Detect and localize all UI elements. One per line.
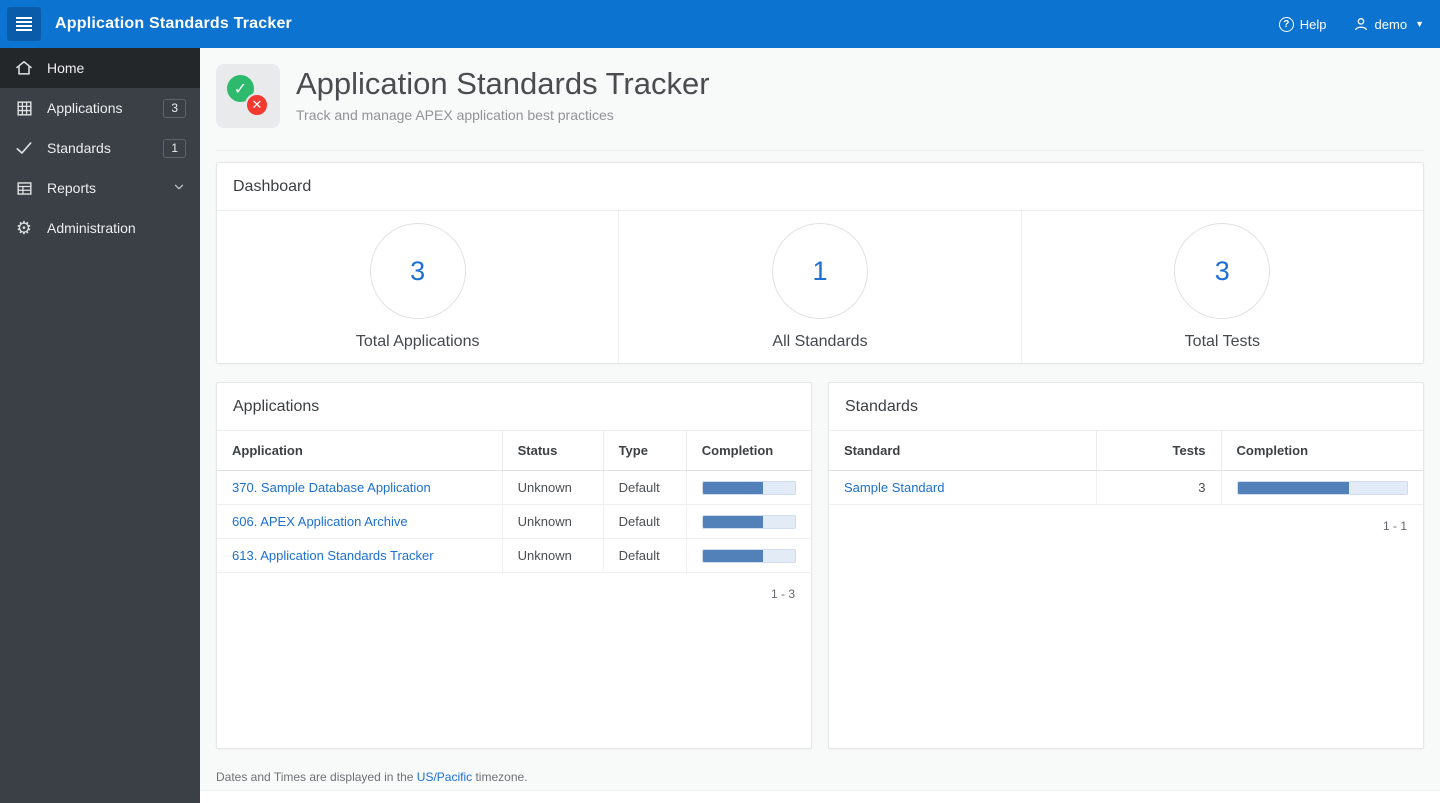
sidebar-item-standards[interactable]: Standards 1 bbox=[0, 128, 200, 168]
grid-icon bbox=[14, 98, 34, 118]
column-header-tests: Tests bbox=[1096, 431, 1222, 471]
applications-region: Applications Application Status Type Com… bbox=[216, 382, 812, 749]
standards-region-header: Standards bbox=[829, 383, 1423, 431]
table-row: 606. APEX Application Archive Unknown De… bbox=[217, 504, 811, 539]
badge-total-applications[interactable]: 3 Total Applications bbox=[217, 211, 620, 363]
dashboard-region: Dashboard 3 Total Applications 1 All Sta… bbox=[216, 162, 1424, 364]
person-icon bbox=[1354, 18, 1367, 31]
sidebar-item-label: Home bbox=[47, 60, 85, 76]
completion-progress-bar bbox=[1236, 480, 1408, 495]
application-link[interactable]: 606. APEX Application Archive bbox=[232, 514, 408, 529]
standards-pagination: 1 - 1 bbox=[1382, 519, 1407, 533]
user-menu[interactable]: demo ▼ bbox=[1353, 16, 1424, 32]
badge-total-tests[interactable]: 3 Total Tests bbox=[1022, 211, 1423, 363]
applications-count-badge: 3 bbox=[163, 98, 186, 118]
app-logo-icon: ✓ ✕ bbox=[216, 64, 280, 128]
table-row: 370. Sample Database Application Unknown… bbox=[217, 470, 811, 505]
column-header-status: Status bbox=[502, 431, 604, 471]
dashboard-region-title: Dashboard bbox=[233, 177, 312, 195]
sidebar-item-administration[interactable]: ⚙ Administration bbox=[0, 208, 200, 248]
main-content: ✓ ✕ Application Standards Tracker Track … bbox=[200, 48, 1440, 803]
badge-label: Total Tests bbox=[1184, 333, 1260, 350]
timezone-text: Dates and Times are displayed in the bbox=[216, 770, 417, 784]
type-cell: Default bbox=[603, 470, 687, 505]
table-header-row: Application Status Type Completion bbox=[217, 431, 811, 471]
top-bar: Application Standards Tracker ? Help dem… bbox=[0, 0, 1440, 48]
type-cell: Default bbox=[603, 538, 687, 573]
sidebar-item-home[interactable]: Home bbox=[0, 48, 200, 88]
standard-link[interactable]: Sample Standard bbox=[844, 480, 944, 495]
timezone-text: timezone. bbox=[472, 770, 528, 784]
application-link[interactable]: 370. Sample Database Application bbox=[232, 480, 431, 495]
page-header: ✓ ✕ Application Standards Tracker Track … bbox=[216, 48, 1424, 128]
sidebar-item-applications[interactable]: Applications 3 bbox=[0, 88, 200, 128]
status-cell: Unknown bbox=[502, 470, 604, 505]
applications-region-header: Applications bbox=[217, 383, 811, 431]
page-header-divider bbox=[216, 150, 1424, 151]
timezone-footer: Dates and Times are displayed in the US/… bbox=[216, 749, 1424, 784]
x-circle-icon: ✕ bbox=[245, 93, 269, 117]
sidebar-item-label: Standards bbox=[47, 140, 111, 156]
sidebar-item-label: Reports bbox=[47, 180, 97, 196]
sidebar-item-label: Applications bbox=[47, 100, 123, 116]
sidebar-item-label: Administration bbox=[47, 220, 136, 236]
table-header-row: Standard Tests Completion bbox=[829, 431, 1423, 471]
standards-region: Standards Standard Tests Completion Samp… bbox=[828, 382, 1424, 749]
badge-label: All Standards bbox=[772, 333, 868, 350]
check-icon bbox=[14, 138, 34, 158]
badge-all-standards[interactable]: 1 All Standards bbox=[619, 211, 1022, 363]
dashboard-region-header: Dashboard bbox=[217, 163, 1423, 211]
standards-table: Standard Tests Completion Sample Standar… bbox=[829, 431, 1423, 505]
applications-table: Application Status Type Completion 370. … bbox=[217, 431, 811, 573]
column-header-standard: Standard bbox=[829, 431, 1097, 471]
gear-icon: ⚙ bbox=[15, 218, 33, 238]
completion-progress-bar bbox=[701, 514, 796, 529]
badge-label: Total Applications bbox=[355, 333, 480, 350]
help-label: Help bbox=[1299, 16, 1327, 32]
completion-progress-bar bbox=[701, 480, 796, 495]
hamburger-menu-button[interactable] bbox=[7, 7, 41, 41]
badge-value: 3 bbox=[1214, 255, 1230, 286]
user-label: demo bbox=[1374, 16, 1408, 32]
badge-circle: 3 bbox=[369, 223, 466, 319]
table-icon bbox=[14, 178, 34, 198]
completion-progress-bar bbox=[701, 548, 796, 563]
sidebar: Home Applications 3 Standards 1 Reports bbox=[0, 48, 200, 803]
badge-circle: 1 bbox=[771, 223, 868, 319]
page-title: Application Standards Tracker bbox=[296, 66, 710, 101]
column-header-type: Type bbox=[603, 431, 687, 471]
sidebar-item-reports[interactable]: Reports bbox=[0, 168, 200, 208]
status-cell: Unknown bbox=[502, 504, 604, 539]
standards-count-badge: 1 bbox=[163, 138, 186, 158]
applications-region-title: Applications bbox=[233, 397, 320, 415]
column-header-completion: Completion bbox=[686, 431, 811, 471]
column-header-completion: Completion bbox=[1221, 431, 1423, 471]
table-row: Sample Standard 3 bbox=[829, 470, 1423, 505]
standards-region-title: Standards bbox=[845, 397, 918, 415]
chevron-down-icon: ▼ bbox=[1415, 19, 1424, 29]
app-title: Application Standards Tracker bbox=[55, 15, 292, 32]
tests-cell: 3 bbox=[1096, 470, 1222, 505]
page-subtitle: Track and manage APEX application best p… bbox=[296, 106, 614, 123]
badge-list: 3 Total Applications 1 All Standards 3 T… bbox=[217, 211, 1423, 363]
type-cell: Default bbox=[603, 504, 687, 539]
help-link[interactable]: ? Help bbox=[1278, 16, 1327, 32]
help-icon: ? bbox=[1278, 16, 1294, 32]
badge-value: 3 bbox=[410, 255, 426, 286]
chevron-down-icon bbox=[172, 180, 186, 197]
status-cell: Unknown bbox=[502, 538, 604, 573]
timezone-link[interactable]: US/Pacific bbox=[417, 770, 472, 784]
badge-value: 1 bbox=[812, 255, 828, 286]
table-row: 613. Application Standards Tracker Unkno… bbox=[217, 538, 811, 573]
page-footer-bar bbox=[200, 790, 1440, 803]
column-header-application: Application bbox=[217, 431, 503, 471]
applications-pagination: 1 - 3 bbox=[770, 587, 795, 601]
application-link[interactable]: 613. Application Standards Tracker bbox=[232, 548, 434, 563]
badge-circle: 3 bbox=[1174, 223, 1271, 319]
home-icon bbox=[14, 58, 34, 78]
